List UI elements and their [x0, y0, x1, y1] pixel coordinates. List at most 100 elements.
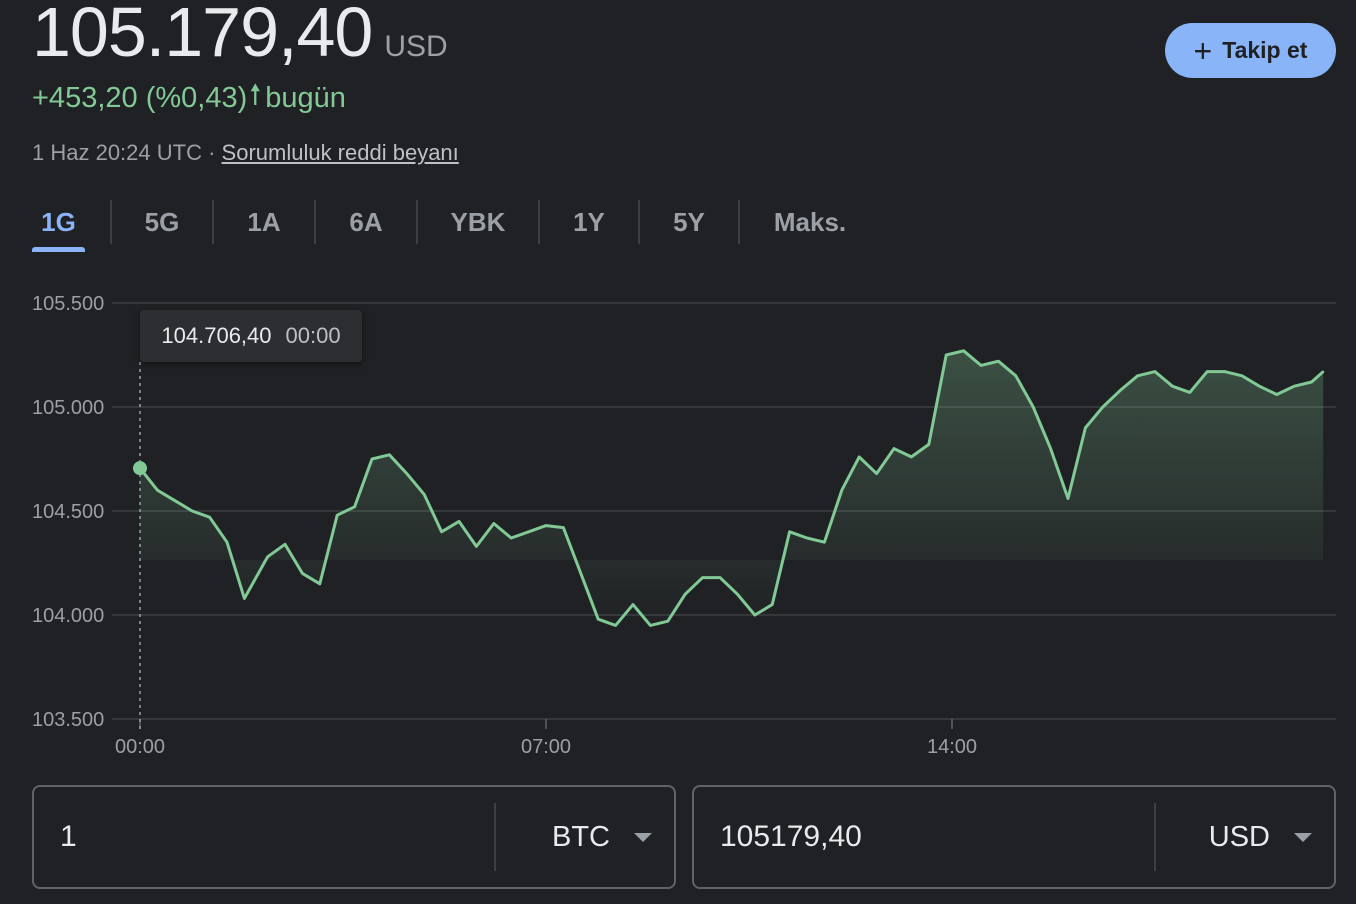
price-point: [226, 541, 228, 544]
price-point: [423, 493, 426, 496]
tab-label: 1A: [247, 206, 281, 237]
x-tick-label: 07:00: [521, 736, 571, 758]
tab-max[interactable]: Maks.: [740, 195, 880, 249]
price-point: [980, 364, 982, 367]
y-tick-label: 104.500: [32, 501, 104, 523]
price-point: [1014, 374, 1017, 377]
price-point: [806, 537, 808, 539]
tab-label: 1G: [41, 206, 76, 237]
to-unit-select[interactable]: USD: [1156, 821, 1334, 854]
x-tick-label: 00:00: [115, 736, 165, 758]
tab-6a[interactable]: 6A: [316, 195, 416, 249]
current-price: 105.179,40: [32, 0, 373, 71]
price-point: [1310, 381, 1313, 383]
price-point: [1188, 391, 1191, 394]
price-point: [173, 499, 176, 502]
price-point: [840, 489, 843, 492]
price-point: [1032, 406, 1035, 408]
converter-from: 1 BTC: [32, 785, 676, 889]
price-point: [405, 472, 408, 475]
price-point: [684, 593, 687, 596]
price-point: [1154, 370, 1156, 373]
tab-ybk[interactable]: YBK: [418, 195, 538, 249]
change-value: +453,20 (%0,43): [32, 81, 248, 114]
disclaimer-link[interactable]: Sorumluluk reddi beyanı: [222, 140, 459, 165]
change-period: bugün: [265, 81, 346, 114]
price-point: [858, 455, 861, 458]
to-amount-input[interactable]: 105179,40: [694, 820, 1154, 854]
price-point: [736, 593, 739, 596]
price-point: [266, 555, 269, 558]
price-point: [353, 505, 356, 508]
price-point: [336, 514, 339, 517]
price-point: [562, 526, 565, 529]
price-point: [927, 443, 930, 446]
price-point: [371, 458, 373, 460]
price-point: [1206, 370, 1209, 373]
to-unit-label: USD: [1208, 820, 1270, 853]
price-point: [893, 447, 895, 450]
tab-label: Maks.: [773, 206, 847, 237]
price-point: [614, 624, 617, 627]
tooltip-value: 104.706,40: [161, 323, 272, 348]
tab-1a[interactable]: 1A: [214, 195, 314, 249]
tab-label: 5Y: [673, 206, 705, 237]
timestamp: 1 Haz 20:24 UTC ·: [32, 140, 216, 165]
price-point: [1067, 497, 1069, 500]
price-change: +453,20 (%0,43) 🠕 bugün: [32, 74, 346, 122]
price-point: [139, 467, 141, 470]
tab-1g[interactable]: 1G: [32, 195, 85, 252]
from-unit-select[interactable]: BTC: [496, 821, 674, 854]
tab-1y[interactable]: 1Y: [540, 195, 638, 249]
caret-down-icon: [634, 832, 652, 842]
price-point: [1136, 374, 1139, 377]
price-point: [545, 524, 547, 527]
price-point: [527, 530, 530, 533]
price-point: [1322, 370, 1325, 373]
price-point: [666, 620, 669, 623]
price-point: [208, 516, 211, 519]
price-point: [1223, 370, 1226, 373]
follow-button-label: Takip et: [1222, 37, 1308, 63]
price-point: [156, 489, 159, 492]
price-header: 105.179,40 USD: [32, 0, 448, 72]
price-area: [140, 350, 1324, 626]
y-tick-label: 104.000: [32, 605, 104, 627]
price-point: [632, 603, 634, 606]
time-range-tabs: 1G 5G 1A 6A YBK 1Y 5Y Maks.: [32, 195, 880, 255]
tab-label: 5G: [144, 206, 180, 237]
price-point: [1049, 447, 1052, 450]
y-tick-label: 105.500: [32, 293, 104, 315]
follow-button[interactable]: + Takip et: [1165, 23, 1336, 78]
price-point: [284, 543, 286, 546]
price-point: [1101, 406, 1104, 408]
arrow-up-icon: 🠕: [249, 79, 262, 110]
price-point: [243, 597, 246, 600]
price-point: [962, 349, 965, 352]
price-point: [1293, 385, 1296, 388]
y-tick-label: 103.500: [32, 709, 104, 731]
price-point: [1084, 426, 1087, 429]
from-unit-label: BTC: [552, 820, 610, 853]
price-point: [823, 541, 826, 544]
price-point: [475, 545, 478, 548]
y-tick-label: 105.000: [32, 397, 104, 419]
tab-label: 1Y: [573, 206, 605, 237]
price-point: [191, 510, 194, 512]
price-point: [910, 455, 913, 458]
price-point: [1258, 385, 1261, 388]
tab-5y[interactable]: 5Y: [640, 195, 738, 249]
price-point: [788, 530, 791, 533]
chart-tooltip: 104.706,40 00:00: [140, 310, 362, 362]
price-point: [649, 624, 652, 627]
price-point: [510, 537, 513, 539]
price-point: [1241, 374, 1243, 377]
price-currency: USD: [384, 30, 448, 63]
tooltip-time: 00:00: [285, 323, 341, 348]
tab-5g[interactable]: 5G: [112, 195, 212, 249]
price-point: [597, 618, 600, 621]
price-point: [388, 453, 391, 456]
price-point: [701, 576, 704, 579]
from-amount-input[interactable]: 1: [34, 820, 494, 854]
price-point: [1119, 389, 1122, 392]
